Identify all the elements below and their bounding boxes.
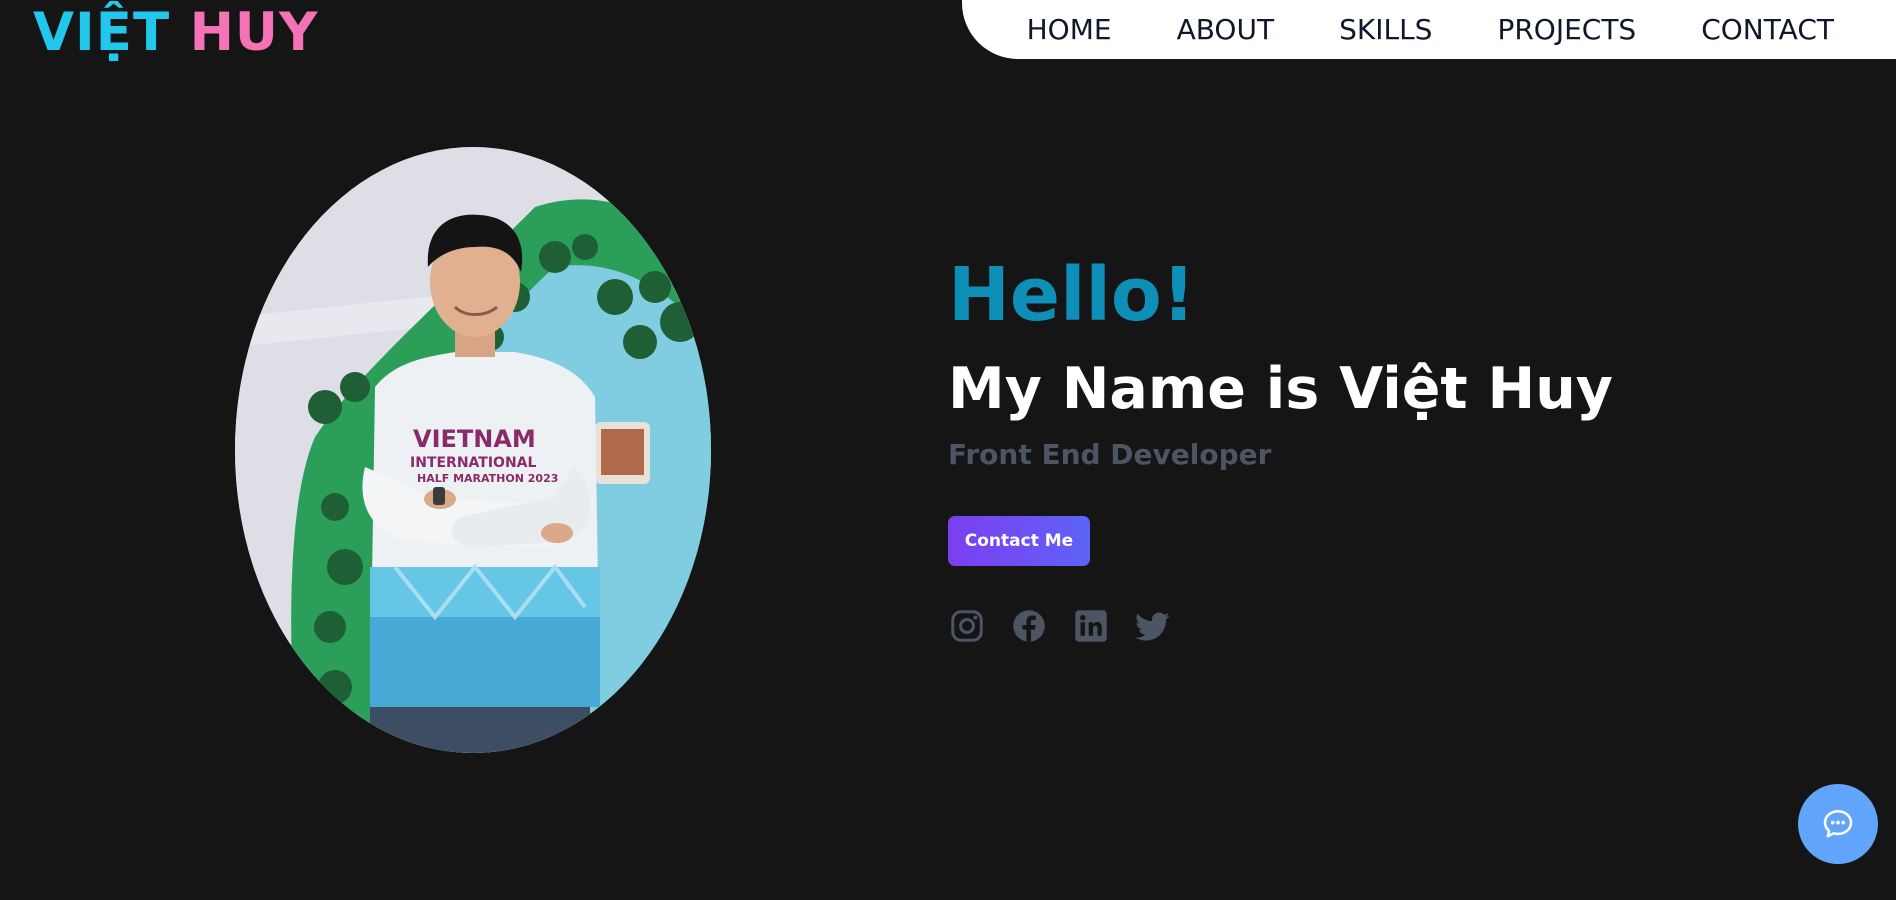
linkedin-link[interactable] <box>1072 607 1110 645</box>
contact-me-button[interactable]: Contact Me <box>948 516 1090 566</box>
shirt-text-line-2: INTERNATIONAL <box>410 455 536 471</box>
nav-link-about[interactable]: ABOUT <box>1177 0 1275 59</box>
chat-icon <box>1823 809 1853 838</box>
site-logo[interactable]: VIỆT HUY <box>33 0 318 66</box>
profile-photo: VIETNAM INTERNATIONAL HALF MARATHON 2023 <box>235 147 711 753</box>
main-nav: HOME ABOUT SKILLS PROJECTS CONTACT <box>962 0 1896 59</box>
hero-greeting: Hello! <box>948 252 1196 338</box>
nav-link-contact[interactable]: CONTACT <box>1701 0 1834 59</box>
twitter-icon <box>1135 612 1170 641</box>
facebook-icon <box>1013 610 1045 642</box>
hero-name: My Name is Việt Huy <box>948 356 1613 422</box>
linkedin-icon <box>1075 610 1107 642</box>
profile-photo-illustration: VIETNAM INTERNATIONAL HALF MARATHON 2023 <box>235 147 711 753</box>
nav-link-projects[interactable]: PROJECTS <box>1497 0 1636 59</box>
shirt-text-line-1: VIETNAM <box>413 425 536 453</box>
hero-role: Front End Developer <box>948 438 1272 471</box>
chat-button[interactable] <box>1798 784 1878 864</box>
shirt-text-line-3: HALF MARATHON 2023 <box>417 472 558 485</box>
instagram-link[interactable] <box>948 607 986 645</box>
portfolio-page: VIỆT HUY HOME ABOUT SKILLS PROJECTS CONT… <box>0 0 1896 900</box>
nav-link-home[interactable]: HOME <box>1027 0 1112 59</box>
social-links <box>948 606 1196 646</box>
nav-link-skills[interactable]: SKILLS <box>1339 0 1432 59</box>
instagram-icon <box>951 610 983 642</box>
logo-last-name: HUY <box>189 2 319 63</box>
twitter-link[interactable] <box>1134 607 1172 645</box>
logo-first-name: VIỆT <box>33 2 171 63</box>
facebook-link[interactable] <box>1010 607 1048 645</box>
